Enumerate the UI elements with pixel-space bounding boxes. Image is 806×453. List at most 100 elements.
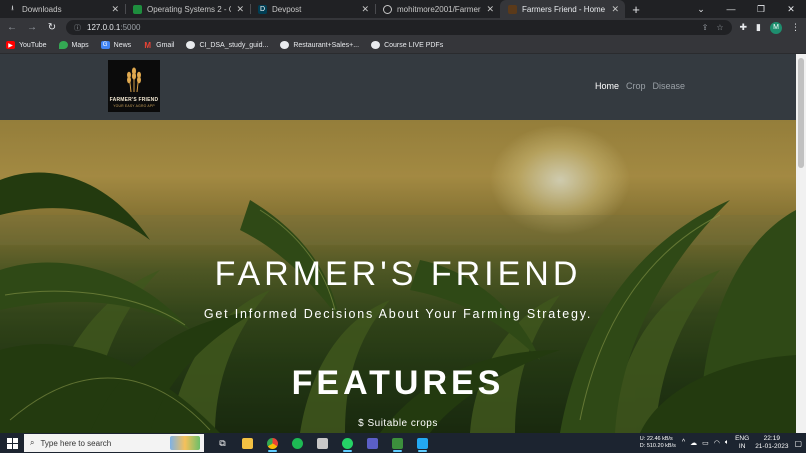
whatsapp-icon[interactable] <box>335 433 360 453</box>
features-heading: FEATURES <box>291 364 505 402</box>
net-down-label: D: <box>639 443 646 449</box>
close-icon[interactable]: ✕ <box>486 4 494 14</box>
close-icon[interactable]: ✕ <box>611 4 619 14</box>
feature-item-suitable-crops: $ Suitable crops <box>358 418 438 429</box>
download-icon: ⭳ <box>11 4 14 12</box>
bookmark-label: YouTube <box>19 41 47 49</box>
file-explorer-icon[interactable] <box>235 433 260 453</box>
windows-start-icon[interactable] <box>0 433 24 453</box>
back-icon[interactable]: ← <box>6 22 18 33</box>
chevron-down-icon[interactable]: ⌄ <box>686 0 716 18</box>
page-scrollbar[interactable] <box>796 54 806 433</box>
bookmark-news[interactable]: G News <box>100 41 132 49</box>
tab-title: Operating Systems 2 - Class | Sc <box>147 4 231 14</box>
bookmark-label: News <box>113 41 132 49</box>
lang-region: IN <box>738 443 746 450</box>
address-port: :5000 <box>120 23 141 32</box>
share-icon[interactable]: ⇪ <box>702 23 709 32</box>
logo-tagline: YOUR EASY AGRO APP <box>113 104 155 108</box>
wheat-icon <box>127 67 141 92</box>
bookmarks-bar: ▶ YouTube Maps G News M Gmail CI_DSA_stu… <box>0 37 806 54</box>
bookmark-star-icon[interactable]: ☆ <box>716 23 723 32</box>
taskbar-search-input[interactable]: ⌕ Type here to search <box>24 434 204 452</box>
clock-time: 22:19 <box>763 435 780 442</box>
gmail-icon: M <box>144 40 151 50</box>
reload-icon[interactable]: ↻ <box>46 22 58 33</box>
tab-github[interactable]: mohitmore2001/Farmers-Friend ✕ <box>375 0 500 18</box>
tab-strip: ⭳ Downloads ✕ Operating Systems 2 - Clas… <box>0 0 806 18</box>
search-icon: ⌕ <box>30 438 35 447</box>
tab-farmers-friend[interactable]: Farmers Friend - Home ✕ <box>500 0 625 18</box>
info-icon[interactable]: ⓘ <box>74 23 81 33</box>
net-down-value: 510.20 kB/s <box>646 443 676 449</box>
bookmark-maps[interactable]: Maps <box>58 41 89 49</box>
bookmark-label: Gmail <box>156 41 175 49</box>
maps-icon <box>58 41 68 49</box>
window-controls: ⌄ — ❐ ✕ <box>686 0 806 18</box>
bookmark-label: CI_DSA_study_guid... <box>199 41 269 49</box>
nav-link-disease[interactable]: Disease <box>653 81 686 91</box>
tab-title: Devpost <box>272 4 302 14</box>
tab-downloads[interactable]: ⭳ Downloads ✕ <box>0 0 125 18</box>
wifi-icon[interactable]: ◠ <box>714 439 720 447</box>
nav-link-crop[interactable]: Crop <box>626 81 646 91</box>
cloud-icon[interactable]: ☁ <box>690 439 697 447</box>
spotify-icon[interactable] <box>285 433 310 453</box>
classroom-icon <box>133 4 142 14</box>
language-indicator[interactable]: ENG IN <box>735 435 749 451</box>
forward-icon[interactable]: → <box>26 22 38 33</box>
chrome-icon[interactable] <box>260 433 285 453</box>
bookmark-youtube[interactable]: ▶ YouTube <box>6 41 47 49</box>
scrollbar-thumb[interactable] <box>798 58 804 168</box>
hero-subtitle: Get Informed Decisions About Your Farmin… <box>203 307 593 321</box>
new-tab-button[interactable]: + <box>627 0 645 18</box>
profile-avatar[interactable]: M <box>770 21 782 34</box>
teams-icon[interactable] <box>360 433 385 453</box>
close-icon[interactable]: ✕ <box>111 4 119 14</box>
bookmark-gmail[interactable]: M Gmail <box>143 40 175 50</box>
vscode-icon[interactable] <box>410 433 435 453</box>
site-logo[interactable]: FARMER'S FRIEND YOUR EASY AGRO APP <box>108 60 160 112</box>
site-menu: Home Crop Disease <box>595 81 685 91</box>
tab-operating-systems[interactable]: Operating Systems 2 - Class | Sc ✕ <box>125 0 250 18</box>
address-bar[interactable]: ⓘ 127.0.0.1:5000 ⇪ ☆ <box>66 20 732 35</box>
minimize-icon[interactable]: — <box>716 0 746 18</box>
search-placeholder: Type here to search <box>40 438 112 448</box>
tab-title: mohitmore2001/Farmers-Friend <box>397 4 481 14</box>
omnibox-actions: ⇪ ☆ <box>702 23 724 32</box>
taskbar-clock[interactable]: 22:19 21-01-2023 <box>755 435 788 451</box>
sidepanel-icon[interactable]: ▮ <box>756 22 761 33</box>
bookmark-restaurant-sales[interactable]: Restaurant+Sales+... <box>280 41 359 49</box>
chevron-up-icon[interactable]: ^ <box>682 439 685 447</box>
app-icon-green[interactable] <box>385 433 410 453</box>
notification-icon[interactable]: ▢ <box>794 439 802 448</box>
bookmark-course-pdfs[interactable]: Course LIVE PDFs <box>371 41 443 49</box>
bookmark-label: Course LIVE PDFs <box>384 41 444 49</box>
menu-kebab-icon[interactable]: ⋮ <box>791 22 800 33</box>
globe-icon <box>280 41 290 49</box>
lang-primary: ENG <box>735 435 750 442</box>
task-view-icon[interactable]: ⧉ <box>210 433 235 453</box>
bookmark-dsa-guide[interactable]: CI_DSA_study_guid... <box>186 41 268 49</box>
system-tray: U: 22.46 kB/s D: 510.20 kB/s ^ ☁ ▭ ◠ 🔈︎ … <box>640 435 806 451</box>
maximize-icon[interactable]: ❐ <box>746 0 776 18</box>
nav-link-home[interactable]: Home <box>595 81 619 91</box>
page-viewport: FARMER'S FRIEND YOUR EASY AGRO APP Home … <box>0 54 796 433</box>
tab-devpost[interactable]: D Devpost ✕ <box>250 0 375 18</box>
close-window-icon[interactable]: ✕ <box>776 0 806 18</box>
volume-icon[interactable]: 🔈︎ <box>725 439 729 447</box>
net-up-value: 22.46 kB/s <box>646 436 673 442</box>
app-icon[interactable] <box>310 433 335 453</box>
hero-section: FARMER'S FRIEND Get Informed Decisions A… <box>0 120 796 433</box>
net-up-row: U: 22.46 kB/s <box>640 436 676 443</box>
windows-logo-icon <box>6 437 18 449</box>
tray-icons: ^ ☁ ▭ ◠ 🔈︎ <box>682 439 729 447</box>
extensions-icon[interactable]: ✚ <box>740 22 748 33</box>
close-icon[interactable]: ✕ <box>361 4 369 14</box>
logo-title: FARMER'S FRIEND <box>109 97 159 103</box>
battery-icon[interactable]: ▭ <box>702 439 709 447</box>
bookmark-label: Maps <box>71 41 89 49</box>
close-icon[interactable]: ✕ <box>236 4 244 14</box>
windows-taskbar: ⌕ Type here to search ⧉ U: 22.46 kB/s D:… <box>0 433 806 453</box>
github-icon <box>383 4 392 14</box>
